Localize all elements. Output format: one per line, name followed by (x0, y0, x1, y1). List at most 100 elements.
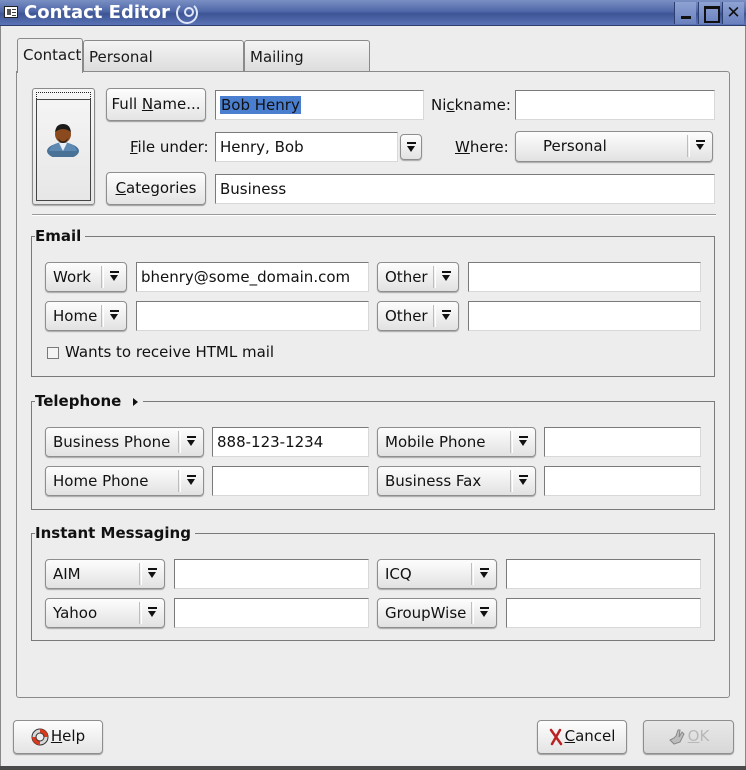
combo-value: Work (53, 268, 91, 286)
dropdown-arrow-icon (442, 271, 451, 282)
combo-value: Yahoo (53, 604, 98, 622)
im-input-4[interactable] (506, 598, 701, 628)
combo-separator (471, 563, 474, 585)
dropdown-arrow-icon (696, 140, 705, 151)
phone-type-combo-4[interactable]: Business Fax (377, 466, 536, 496)
mnemonic: F (130, 138, 138, 156)
email-frame-title: Email (35, 226, 86, 246)
file-under-label: File under: (130, 137, 209, 157)
im-input-2[interactable] (506, 559, 701, 589)
dropdown-arrow-icon (480, 607, 489, 618)
phone-type-combo-1[interactable]: Business Phone (45, 427, 204, 457)
phone-input-2[interactable] (544, 427, 701, 457)
combo-value: AIM (53, 565, 81, 583)
combo-value: Home (53, 307, 98, 325)
contact-card-icon (4, 6, 18, 18)
where-combo[interactable]: Personal (515, 131, 713, 162)
combo-separator (687, 135, 690, 157)
label-part: Ni (431, 96, 447, 114)
telephone-frame-title: Telephone (35, 391, 144, 411)
mnemonic: O (687, 727, 700, 745)
window-menu-icon[interactable] (176, 2, 198, 24)
cancel-button[interactable]: Cancel (537, 720, 627, 754)
maximize-button[interactable] (698, 2, 720, 24)
email-type-combo-3[interactable]: Home (45, 301, 127, 331)
ok-button[interactable]: OK (643, 720, 734, 754)
phone-input-1[interactable]: 888-123-1234 (212, 427, 369, 457)
categories-button[interactable]: Categories (106, 172, 206, 205)
tab-personal-information[interactable]: Personal Information (83, 40, 244, 98)
email-input-2[interactable] (468, 262, 701, 292)
im-type-combo-2[interactable]: ICQ (377, 559, 497, 589)
dropdown-arrow-icon (480, 568, 489, 579)
instant-messaging-frame-title: Instant Messaging (35, 523, 195, 543)
tab-label: Contact (23, 46, 82, 64)
where-label: Where: (455, 137, 509, 157)
dropdown-arrow-icon (407, 142, 416, 153)
phone-type-combo-3[interactable]: Home Phone (45, 466, 204, 496)
close-button[interactable]: ✕ (722, 2, 744, 24)
tab-contact[interactable]: Contact (17, 38, 83, 73)
lifebuoy-icon (31, 728, 49, 745)
im-type-combo-4[interactable]: GroupWise (377, 598, 497, 628)
combo-separator (433, 266, 436, 288)
tab-mailing-address[interactable]: Mailing Address (244, 40, 370, 98)
combo-value: Other (385, 307, 428, 325)
combo-value: Other (385, 268, 428, 286)
im-type-combo-3[interactable]: Yahoo (45, 598, 165, 628)
file-under-dropdown-button[interactable] (400, 134, 422, 160)
combo-separator (139, 602, 142, 624)
dropdown-arrow-icon (148, 607, 157, 618)
email-type-combo-1[interactable]: Work (45, 262, 127, 292)
combo-separator (433, 305, 436, 327)
contact-photo-button[interactable] (32, 88, 95, 205)
cancel-x-icon (549, 728, 562, 745)
combo-separator (101, 305, 104, 327)
combo-separator (510, 431, 513, 453)
email-type-combo-4[interactable]: Other (377, 301, 459, 331)
mnemonic: H (50, 727, 63, 745)
combo-separator (101, 266, 104, 288)
label-part: ile under: (137, 138, 209, 156)
dropdown-arrow-icon (519, 436, 528, 447)
full-name-input[interactable]: Bob Henry (215, 90, 424, 120)
minimize-button[interactable] (674, 2, 696, 24)
combo-value: Home Phone (53, 472, 149, 490)
window-border-bottom (0, 766, 746, 770)
mnemonic: c (446, 96, 455, 114)
dropdown-arrow-icon (110, 271, 119, 282)
label-part: kname: (454, 96, 511, 114)
phone-input-3[interactable] (212, 466, 369, 496)
email-input-3[interactable] (136, 301, 369, 331)
phone-input-4[interactable] (544, 466, 701, 496)
file-under-input[interactable]: Henry, Bob (215, 132, 398, 162)
email-input-4[interactable] (468, 301, 701, 331)
html-mail-label[interactable]: Wants to receive HTML mail (65, 342, 274, 362)
im-input-1[interactable] (174, 559, 369, 589)
combo-separator (178, 431, 181, 453)
phone-type-combo-2[interactable]: Mobile Phone (377, 427, 536, 457)
dropdown-arrow-icon (187, 436, 196, 447)
window-border-left (0, 26, 1, 770)
dropdown-arrow-icon (442, 310, 451, 321)
html-mail-checkbox[interactable] (47, 347, 59, 359)
categories-input[interactable]: Business (215, 174, 715, 204)
combo-separator (510, 470, 513, 492)
mnemonic: N (141, 95, 154, 113)
help-button[interactable]: Help (13, 720, 103, 754)
im-type-combo-1[interactable]: AIM (45, 559, 165, 589)
label-part: ame... (153, 95, 201, 113)
combo-separator (178, 470, 181, 492)
full-name-button[interactable]: Full Name... (106, 88, 206, 121)
email-type-combo-2[interactable]: Other (377, 262, 459, 292)
ok-hand-icon (668, 729, 685, 745)
combo-value: Business Phone (53, 433, 171, 451)
email-input-1[interactable]: bhenry@some_domain.com (136, 262, 369, 292)
title-bar[interactable]: Contact Editor ✕ (0, 0, 746, 26)
nickname-input[interactable] (515, 90, 715, 120)
dropdown-arrow-icon (519, 475, 528, 486)
im-input-3[interactable] (174, 598, 369, 628)
selected-text: Bob Henry (220, 96, 301, 114)
expander-arrow-icon[interactable] (133, 398, 138, 406)
combo-value: Mobile Phone (385, 433, 486, 451)
